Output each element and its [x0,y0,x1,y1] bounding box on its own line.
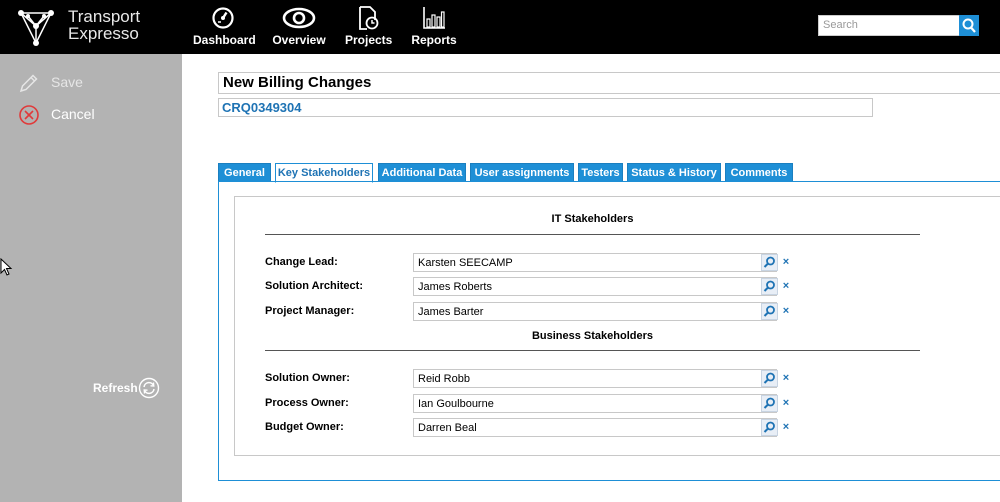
search-icon [763,421,775,433]
solution-owner-label: Solution Owner: [265,372,350,384]
close-icon: × [782,280,790,292]
nav-dashboard-label: Dashboard [193,33,256,47]
record-title[interactable]: New Billing Changes [218,72,1000,94]
tab-status-history[interactable]: Status & History [627,163,721,182]
solution-architect-lookup-button[interactable] [761,278,778,295]
solution-architect-clear-button[interactable]: × [779,278,793,295]
cancel-label: Cancel [51,106,95,122]
budget-owner-clear-button[interactable]: × [779,419,793,436]
search-input[interactable]: Search [818,15,960,36]
record-code[interactable]: CRQ0349304 [218,98,873,117]
search-icon [763,372,775,384]
process-owner-lookup-button[interactable] [761,395,778,412]
app-name-line1: Transport [68,7,141,26]
search-icon [763,256,775,268]
bar-chart-icon [423,7,445,29]
nav-reports-label: Reports [411,33,457,47]
tab-user-assignments[interactable]: User assignments [470,163,574,182]
it-stakeholders-heading: IT Stakeholders [551,213,634,225]
close-icon: × [782,256,790,268]
solution-architect-label: Solution Architect: [265,280,363,292]
change-lead-clear-button[interactable]: × [779,254,793,271]
refresh-icon [138,377,160,399]
app-name: Transport Expresso [68,8,140,42]
top-bar: Transport Expresso Dashboard Overview Pr… [0,0,1000,54]
nav-overview[interactable]: Overview [271,6,327,50]
pencil-icon [19,74,38,93]
nav-reports[interactable]: Reports [411,6,457,50]
change-lead-lookup-button[interactable] [761,254,778,271]
change-lead-label: Change Lead: [265,256,338,268]
sidebar: Save Cancel Refresh [0,54,182,502]
close-icon: × [782,421,790,433]
search-icon [962,18,976,33]
solution-owner-lookup-button[interactable] [761,370,778,387]
app-name-line2: Expresso [68,24,139,43]
refresh-label: Refresh [93,381,138,395]
tab-comments[interactable]: Comments [725,163,793,182]
document-clock-icon [359,6,379,30]
search-placeholder: Search [823,19,858,31]
solution-owner-clear-button[interactable]: × [779,370,793,387]
project-manager-field[interactable]: James Barter [413,302,777,321]
process-owner-field[interactable]: Ian Goulbourne [413,394,777,413]
search-icon [763,305,775,317]
save-button[interactable]: Save [18,72,98,94]
nav-projects-label: Projects [345,33,393,47]
cancel-icon [19,105,39,125]
tab-additional-data[interactable]: Additional Data [378,163,466,182]
budget-owner-label: Budget Owner: [265,421,344,433]
close-icon: × [782,305,790,317]
tab-testers[interactable]: Testers [578,163,623,182]
project-manager-label: Project Manager: [265,305,355,317]
close-icon: × [782,372,790,384]
nav-projects[interactable]: Projects [345,6,393,50]
save-label: Save [51,74,83,90]
stakeholders-form: IT Stakeholders Change Lead: Karsten SEE… [234,196,1000,456]
tab-general[interactable]: General [218,163,271,182]
nav-overview-label: Overview [272,33,326,47]
process-owner-label: Process Owner: [265,397,349,409]
process-owner-clear-button[interactable]: × [779,395,793,412]
search-icon [763,280,775,292]
logo-icon [18,10,54,46]
mouse-cursor-icon [0,258,13,276]
change-lead-field[interactable]: Karsten SEECAMP [413,253,777,272]
solution-owner-field[interactable]: Reid Robb [413,369,777,388]
search-icon [763,397,775,409]
budget-owner-lookup-button[interactable] [761,419,778,436]
search-button[interactable] [959,15,979,36]
tab-key-stakeholders[interactable]: Key Stakeholders [275,163,373,183]
eye-icon [282,7,316,29]
cancel-button[interactable]: Cancel [18,104,108,126]
nav-dashboard[interactable]: Dashboard [193,6,256,50]
refresh-button[interactable]: Refresh [93,377,163,399]
gauge-icon [212,7,234,29]
project-manager-clear-button[interactable]: × [779,303,793,320]
app-logo[interactable]: Transport Expresso [18,6,168,48]
business-stakeholders-heading: Business Stakeholders [531,330,654,342]
budget-owner-field[interactable]: Darren Beal [413,418,777,437]
solution-architect-field[interactable]: James Roberts [413,277,777,296]
divider [265,234,920,235]
tab-panel: IT Stakeholders Change Lead: Karsten SEE… [218,181,1000,481]
close-icon: × [782,397,790,409]
project-manager-lookup-button[interactable] [761,303,778,320]
divider [265,350,920,351]
